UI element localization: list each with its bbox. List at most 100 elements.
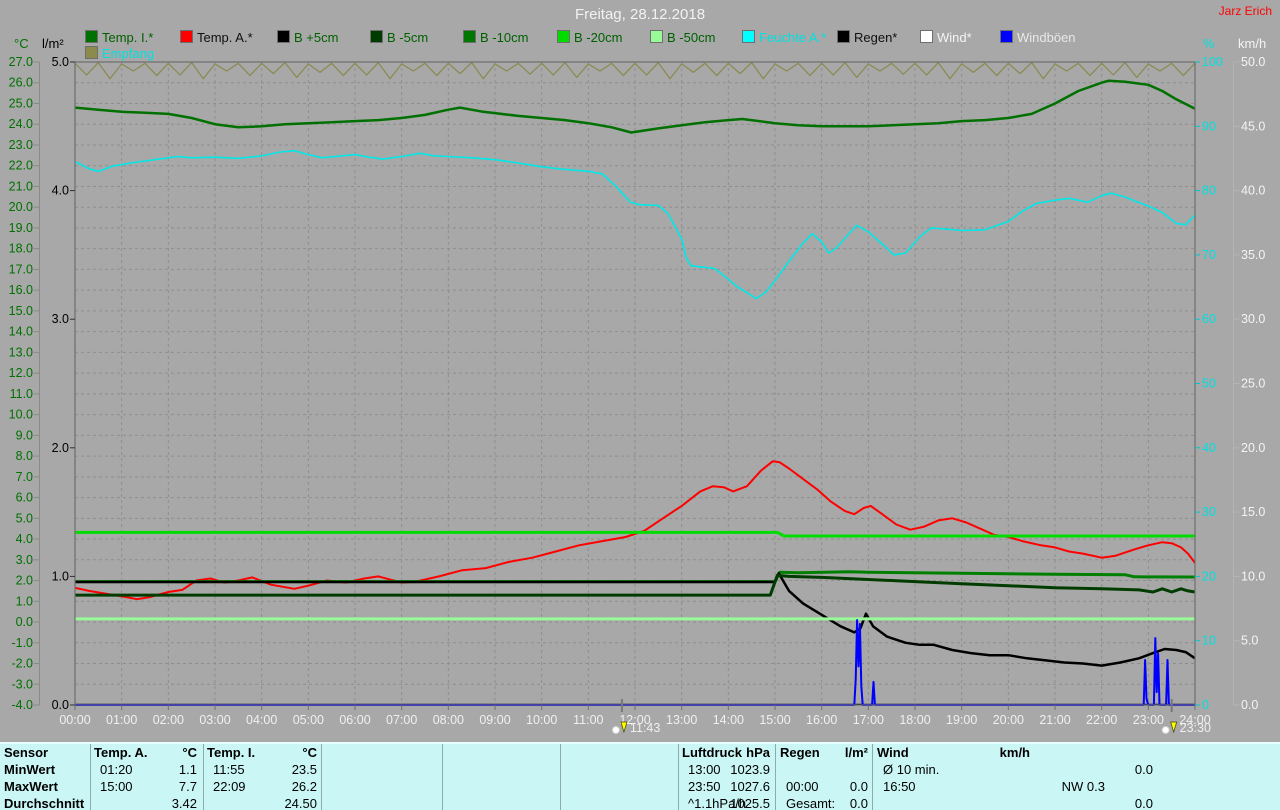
celsius-tick-label: 26.0 xyxy=(9,76,33,90)
time-marker-moon-icon xyxy=(611,726,620,734)
table-value: NW 0.3 xyxy=(1061,779,1105,794)
table-section-header: Temp. I. xyxy=(207,745,256,760)
time-tick-label: 09:00 xyxy=(479,713,510,727)
celsius-tick-label: 25.0 xyxy=(9,96,33,110)
table-separator xyxy=(442,744,443,810)
celsius-tick-label: 2.0 xyxy=(16,574,33,588)
time-marker-label: 23:30 xyxy=(1180,721,1211,735)
table-section-unit: l/m² xyxy=(844,745,868,760)
celsius-tick-label: 11.0 xyxy=(10,387,33,401)
kmh-tick-label: 35.0 xyxy=(1241,248,1265,262)
table-value-time: Gesamt: xyxy=(786,796,836,810)
time-tick-label: 04:00 xyxy=(246,713,277,727)
time-marker-arrow-icon xyxy=(1170,721,1178,734)
table-section-header: Luftdruck xyxy=(682,745,742,760)
table-section-header: Temp. A. xyxy=(94,745,148,760)
celsius-tick-label: 6.0 xyxy=(16,491,33,505)
table-section-header: Wind xyxy=(877,745,909,760)
celsius-tick-label: 22.0 xyxy=(9,159,33,173)
summary-table: Sensor MinWert MaxWert Durchschnitt Temp. A.… xyxy=(0,742,1280,810)
table-value: 1027.6 xyxy=(730,779,770,794)
time-tick-label: 03:00 xyxy=(199,713,230,727)
time-tick-label: 14:00 xyxy=(713,713,744,727)
humidity-tick-label: 50 xyxy=(1202,377,1216,391)
celsius-tick-label: 21.0 xyxy=(9,179,33,193)
time-tick-label: 23:00 xyxy=(1133,713,1164,727)
time-tick-label: 13:00 xyxy=(666,713,697,727)
table-separator xyxy=(321,744,322,810)
table-section-unit: hPa xyxy=(746,745,770,760)
time-tick-label: 08:00 xyxy=(433,713,464,727)
time-tick-label: 05:00 xyxy=(293,713,324,727)
table-value: 24.50 xyxy=(284,796,317,810)
time-tick-label: 15:00 xyxy=(759,713,790,727)
time-tick-label: 17:00 xyxy=(853,713,884,727)
humidity-tick-label: 100 xyxy=(1202,55,1223,69)
table-value-time: 13:00 xyxy=(688,762,721,777)
rain-tick-label: 3.0 xyxy=(52,312,69,326)
celsius-tick-label: 16.0 xyxy=(9,283,33,297)
kmh-tick-label: 45.0 xyxy=(1241,119,1265,133)
rain-tick-label: 0.0 xyxy=(52,698,69,712)
weather-chart-window: Freitag, 28.12.2018 Jarz Erich °C l/m² %… xyxy=(0,0,1280,810)
time-marker-label: 11:43 xyxy=(630,721,660,735)
humidity-tick-label: 70 xyxy=(1202,248,1216,262)
celsius-tick-label: 17.0 xyxy=(9,262,33,276)
kmh-tick-label: 30.0 xyxy=(1241,312,1265,326)
table-row-header: MaxWert xyxy=(4,779,58,794)
table-value: 23.5 xyxy=(291,762,317,777)
time-tick-label: 19:00 xyxy=(946,713,977,727)
celsius-tick-label: 9.0 xyxy=(16,428,33,442)
celsius-tick-label: 15.0 xyxy=(9,304,33,318)
time-tick-label: 10:00 xyxy=(526,713,557,727)
rain-tick-label: 2.0 xyxy=(52,441,69,455)
table-value: 0.0 xyxy=(849,796,868,810)
celsius-tick-label: 1.0 xyxy=(16,594,33,608)
celsius-tick-label: -3.0 xyxy=(11,677,33,691)
rain-tick-label: 5.0 xyxy=(52,55,69,69)
time-tick-label: 01:00 xyxy=(106,713,137,727)
kmh-tick-label: 25.0 xyxy=(1241,377,1265,391)
table-value-time: 01:20 xyxy=(100,762,133,777)
time-tick-label: 20:00 xyxy=(993,713,1024,727)
rain-tick-label: 4.0 xyxy=(52,184,69,198)
celsius-tick-label: 10.0 xyxy=(9,408,33,422)
celsius-tick-label: 18.0 xyxy=(9,242,33,256)
table-value-time: 23:50 xyxy=(688,779,721,794)
table-row-header: Durchschnitt xyxy=(4,796,85,810)
table-separator xyxy=(90,744,91,810)
celsius-tick-label: 0.0 xyxy=(16,615,33,629)
table-value: 3.42 xyxy=(171,796,197,810)
time-tick-label: 02:00 xyxy=(153,713,184,727)
time-tick-label: 22:00 xyxy=(1086,713,1117,727)
table-value: 0.0 xyxy=(849,779,868,794)
humidity-tick-label: 30 xyxy=(1202,505,1216,519)
humidity-tick-label: 0 xyxy=(1202,698,1209,712)
kmh-tick-label: 0.0 xyxy=(1241,698,1258,712)
table-section-unit: °C xyxy=(302,745,317,760)
celsius-tick-label: 24.0 xyxy=(9,117,33,131)
table-section-header: Regen xyxy=(780,745,820,760)
kmh-tick-label: 40.0 xyxy=(1241,184,1265,198)
time-tick-label: 00:00 xyxy=(59,713,90,727)
table-value: 1.1 xyxy=(178,762,197,777)
celsius-tick-label: 3.0 xyxy=(16,553,33,567)
chart-plot: 27.0 26.0 25.0 24.0 23.0 22.0 21.0 20.0 19.0 18.0… xyxy=(9,55,1266,735)
celsius-tick-label: -2.0 xyxy=(11,657,33,671)
humidity-tick-label: 10 xyxy=(1202,634,1216,648)
table-value-time: 00:00 xyxy=(786,779,819,794)
celsius-tick-label: 13.0 xyxy=(9,345,33,359)
time-tick-label: 18:00 xyxy=(899,713,930,727)
table-separator xyxy=(560,744,561,810)
celsius-tick-label: 7.0 xyxy=(16,470,33,484)
table-value: 7.7 xyxy=(178,779,197,794)
celsius-tick-label: -1.0 xyxy=(11,636,33,650)
table-value-time: 22:09 xyxy=(213,779,246,794)
humidity-tick-label: 20 xyxy=(1202,569,1216,583)
humidity-tick-label: 90 xyxy=(1202,119,1216,133)
table-separator xyxy=(872,744,873,810)
time-tick-label: 11:00 xyxy=(573,713,603,727)
table-value-time: 11:55 xyxy=(213,762,245,777)
table-row-header: Sensor xyxy=(4,745,49,760)
table-value-time: 16:50 xyxy=(883,779,916,794)
